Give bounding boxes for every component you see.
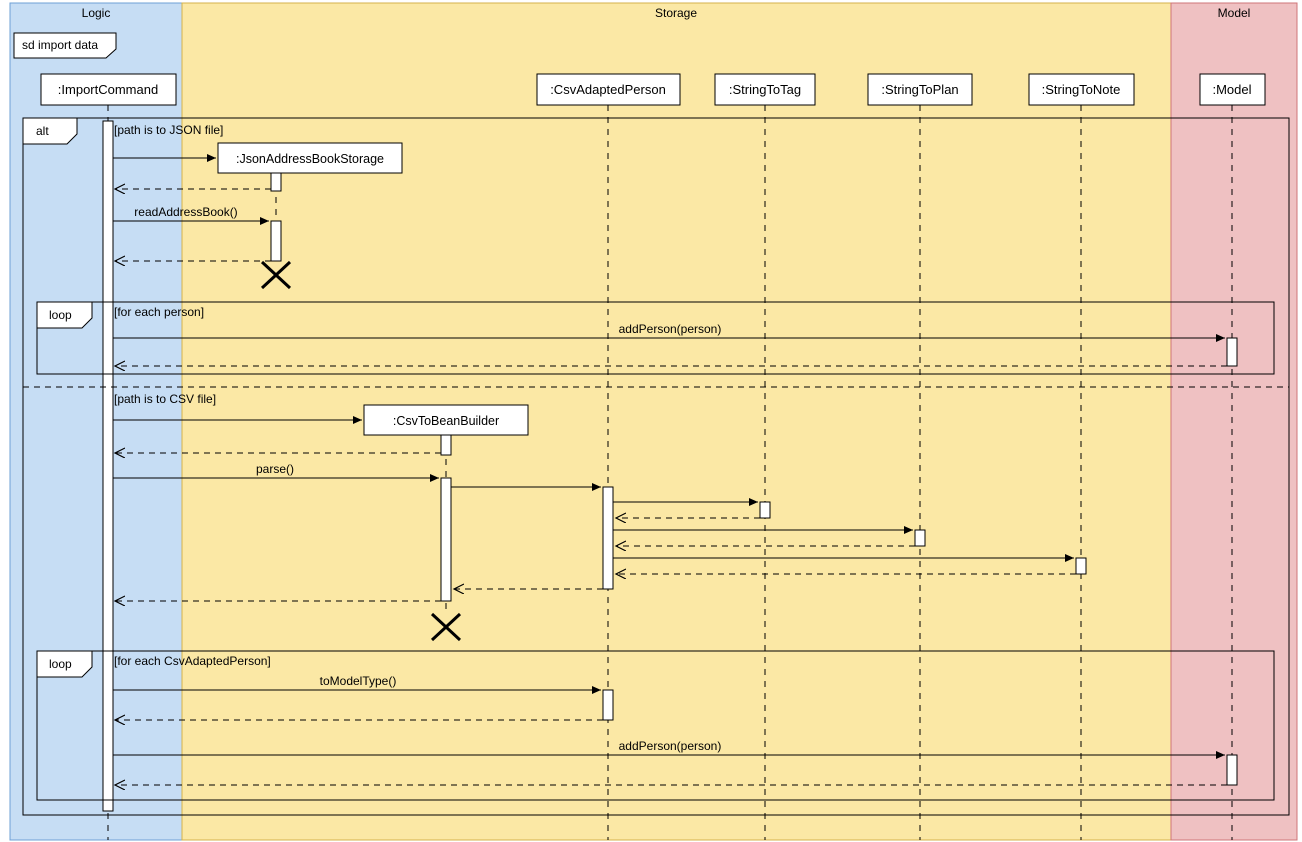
msg-add-person-2-label: addPerson(person) (619, 739, 722, 753)
activation-model-1 (1227, 338, 1237, 366)
region-logic-label: Logic (82, 6, 111, 20)
activation-csv-builder-2 (441, 478, 451, 601)
svg-text:alt: alt (36, 124, 49, 138)
guard-csv: [path is to CSV file] (114, 392, 216, 406)
svg-text::CsvToBeanBuilder: :CsvToBeanBuilder (393, 414, 499, 428)
guard-json: [path is to JSON file] (114, 123, 223, 137)
activation-adapted-to-model (603, 690, 613, 720)
svg-text::JsonAddressBookStorage: :JsonAddressBookStorage (236, 152, 384, 166)
svg-text::StringToNote: :StringToNote (1042, 82, 1121, 97)
activation-plan (915, 530, 925, 546)
svg-text::CsvAdaptedPerson: :CsvAdaptedPerson (550, 82, 666, 97)
svg-text::Model: :Model (1212, 82, 1251, 97)
sequence-diagram: Logic Storage Model sd import data :Impo… (0, 0, 1302, 842)
activation-json-storage-2 (271, 221, 281, 261)
svg-text::StringToPlan: :StringToPlan (881, 82, 958, 97)
svg-text::StringToTag: :StringToTag (729, 82, 801, 97)
msg-add-person-1-label: addPerson(person) (619, 322, 722, 336)
region-model-label: Model (1218, 6, 1251, 20)
guard-each-person: [for each person] (114, 305, 204, 319)
activation-csv-builder-1 (441, 435, 451, 455)
region-model (1171, 3, 1297, 840)
msg-to-model-type-label: toModelType() (320, 674, 397, 688)
activation-import-command (103, 121, 113, 811)
region-storage (182, 3, 1171, 840)
region-storage-label: Storage (655, 6, 697, 20)
sd-title: sd import data (22, 38, 98, 52)
activation-tag (760, 502, 770, 518)
svg-text:loop: loop (49, 308, 72, 322)
activation-json-storage-1 (271, 173, 281, 191)
activation-note (1076, 558, 1086, 574)
msg-parse-label: parse() (256, 462, 294, 476)
svg-text:loop: loop (49, 657, 72, 671)
activation-model-2 (1227, 755, 1237, 785)
guard-each-csv: [for each CsvAdaptedPerson] (114, 654, 271, 668)
activation-adapted-parse (603, 487, 613, 589)
msg-read-address-book-label: readAddressBook() (134, 205, 237, 219)
sd-frame-tab: sd import data (14, 33, 116, 58)
svg-text::ImportCommand: :ImportCommand (58, 82, 158, 97)
